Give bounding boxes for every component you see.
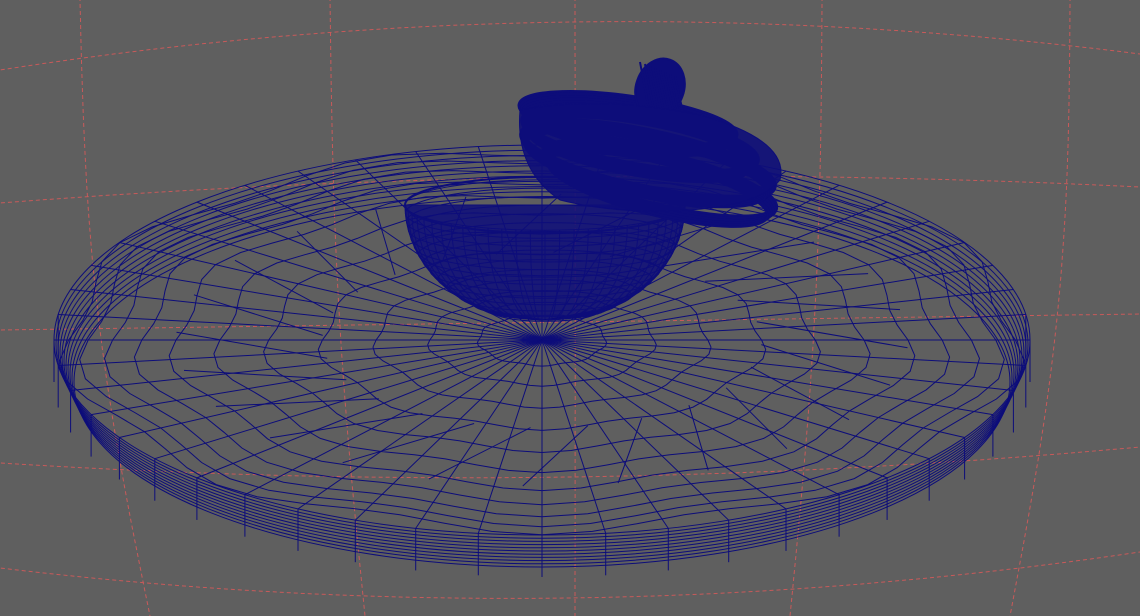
plate-mesh-edge: [705, 273, 869, 282]
plate-spoke: [415, 339, 543, 529]
plate-mesh-edge: [234, 259, 334, 314]
plate-spoke: [541, 339, 965, 438]
plate-spoke: [119, 339, 543, 438]
grid-line-horizontal: [0, 21, 1140, 71]
plate-spoke: [541, 339, 888, 479]
plate-mesh-edge: [617, 418, 643, 484]
plate-spoke: [297, 339, 543, 510]
plate-mesh-edge: [215, 398, 379, 407]
rope-mass: [519, 103, 782, 212]
plate-spoke: [541, 339, 1026, 366]
plate-spoke: [58, 314, 543, 341]
grid-line-horizontal: [0, 551, 1140, 599]
plate-mesh-edge: [375, 209, 396, 275]
plate-spoke: [70, 339, 543, 391]
grid-line-vertical: [1009, 0, 1071, 616]
plate-spoke: [541, 339, 669, 529]
plate-mesh-edge: [176, 331, 328, 359]
plate-mesh-edge: [428, 427, 531, 480]
plate-spoke: [541, 339, 787, 510]
viewport-canvas[interactable]: [0, 0, 1140, 616]
plate-mesh-edge: [750, 366, 850, 421]
plate-mesh-edge: [183, 369, 347, 381]
plate-mesh-edge: [756, 321, 908, 349]
plate-mesh-edge: [296, 230, 359, 293]
plate-mesh-edge: [661, 241, 815, 267]
3d-viewport[interactable]: [0, 0, 1140, 616]
plate-spoke: [541, 314, 1026, 341]
grid-line-vertical: [79, 0, 151, 616]
plate-spoke: [58, 339, 543, 366]
plate-mesh-edge: [342, 423, 475, 464]
plate-spoke: [541, 339, 1014, 391]
plate-mesh-edge: [725, 387, 788, 450]
plate-mesh-edge: [688, 405, 709, 471]
plate-spoke: [196, 339, 543, 479]
grid-line-vertical: [789, 0, 823, 616]
plate-mesh-edge: [737, 299, 901, 311]
